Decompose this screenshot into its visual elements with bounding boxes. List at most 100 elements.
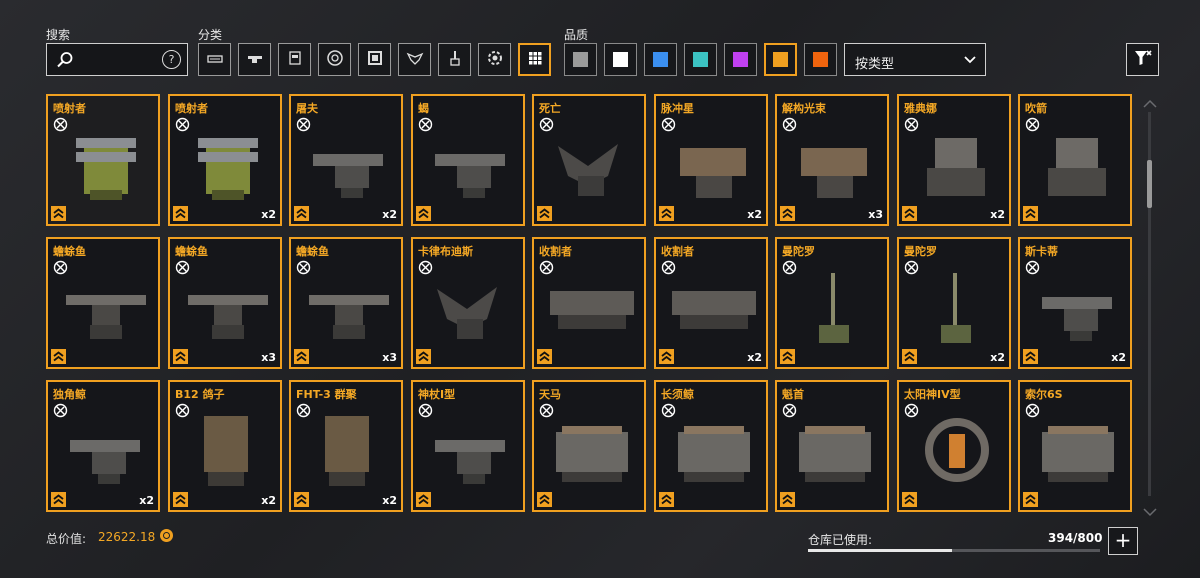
item-name: 解构光束 bbox=[782, 102, 826, 115]
rank-chevron-icon bbox=[537, 206, 552, 221]
quality-button-7[interactable] bbox=[804, 43, 837, 76]
search-icon bbox=[56, 51, 74, 73]
item-count: x2 bbox=[261, 208, 276, 221]
rank-chevron-icon bbox=[294, 492, 309, 507]
quality-swatch bbox=[693, 52, 708, 67]
quality-button-1[interactable] bbox=[564, 43, 597, 76]
chevron-down-icon bbox=[963, 53, 977, 71]
category-button-car-body[interactable] bbox=[198, 43, 231, 76]
item-card[interactable]: 蟾蜍鱼 bbox=[46, 237, 160, 369]
rank-chevron-icon bbox=[780, 492, 795, 507]
item-name: 斯卡蒂 bbox=[1025, 245, 1058, 258]
item-image bbox=[1034, 412, 1122, 492]
item-name: 长须鲸 bbox=[661, 388, 694, 401]
quality-swatch bbox=[653, 52, 668, 67]
item-card[interactable]: 喷射者 bbox=[46, 94, 160, 226]
item-card[interactable]: 喷射者 x2 bbox=[168, 94, 282, 226]
expand-warehouse-button[interactable]: + bbox=[1108, 527, 1138, 555]
item-count: x2 bbox=[990, 208, 1005, 221]
quality-swatch bbox=[613, 52, 628, 67]
item-card[interactable]: 独角鲸 x2 bbox=[46, 380, 160, 512]
item-card[interactable]: 解构光束 x3 bbox=[775, 94, 889, 226]
item-name: 收割者 bbox=[661, 245, 694, 258]
item-card[interactable]: 蟾蜍鱼 x3 bbox=[289, 237, 403, 369]
item-image bbox=[305, 412, 393, 492]
category-button-frame[interactable] bbox=[358, 43, 391, 76]
scrollbar[interactable] bbox=[1147, 112, 1152, 496]
category-button-emblem[interactable] bbox=[398, 43, 431, 76]
sort-dropdown[interactable]: 按类型 bbox=[844, 43, 986, 76]
scroll-down-icon[interactable] bbox=[1142, 502, 1158, 521]
item-card[interactable]: 曼陀罗 x2 bbox=[897, 237, 1011, 369]
item-name: 死亡 bbox=[539, 102, 561, 115]
item-count: x2 bbox=[382, 208, 397, 221]
item-card[interactable]: 蟾蜍鱼 x3 bbox=[168, 237, 282, 369]
rank-chevron-icon bbox=[780, 349, 795, 364]
rank-chevron-icon bbox=[416, 492, 431, 507]
item-name: 喷射者 bbox=[175, 102, 208, 115]
item-card[interactable]: 曼陀罗 bbox=[775, 237, 889, 369]
rank-chevron-icon bbox=[659, 492, 674, 507]
scrollbar-thumb[interactable] bbox=[1147, 160, 1152, 208]
quality-button-6[interactable] bbox=[764, 43, 797, 76]
search-input[interactable]: ? bbox=[46, 43, 188, 76]
item-count: x2 bbox=[747, 351, 762, 364]
rank-chevron-icon bbox=[51, 492, 66, 507]
item-card[interactable]: 魁首 bbox=[775, 380, 889, 512]
item-card[interactable]: 死亡 bbox=[532, 94, 646, 226]
item-card[interactable]: 屠夫 x2 bbox=[289, 94, 403, 226]
item-card[interactable]: 天马 bbox=[532, 380, 646, 512]
item-card[interactable]: 收割者 x2 bbox=[654, 237, 768, 369]
item-card[interactable]: 卡律布迪斯 bbox=[411, 237, 525, 369]
warehouse-progress bbox=[808, 549, 1100, 552]
item-card[interactable]: 索尔6S bbox=[1018, 380, 1132, 512]
category-label: 分类 bbox=[198, 28, 223, 42]
rank-chevron-icon bbox=[902, 349, 917, 364]
rank-chevron-icon bbox=[294, 349, 309, 364]
item-card[interactable]: 神杖I型 bbox=[411, 380, 525, 512]
item-name: 蟾蜍鱼 bbox=[175, 245, 208, 258]
category-button-cannon[interactable] bbox=[238, 43, 271, 76]
item-card[interactable]: 吹箭 bbox=[1018, 94, 1132, 226]
rank-chevron-icon bbox=[173, 492, 188, 507]
item-name: 索尔6S bbox=[1025, 388, 1063, 401]
quality-button-3[interactable] bbox=[644, 43, 677, 76]
item-card[interactable]: 斯卡蒂 x2 bbox=[1018, 237, 1132, 369]
item-card[interactable]: 长须鲸 bbox=[654, 380, 768, 512]
item-name: 蟾蜍鱼 bbox=[53, 245, 86, 258]
quality-button-5[interactable] bbox=[724, 43, 757, 76]
item-name: 卡律布迪斯 bbox=[418, 245, 473, 258]
item-image bbox=[184, 269, 272, 349]
category-button-gear-module[interactable] bbox=[478, 43, 511, 76]
item-name: 曼陀罗 bbox=[904, 245, 937, 258]
item-card[interactable]: 雅典娜 x2 bbox=[897, 94, 1011, 226]
item-image bbox=[427, 412, 515, 492]
cannon-icon bbox=[245, 48, 265, 72]
item-name: 吹箭 bbox=[1025, 102, 1047, 115]
scroll-up-icon[interactable] bbox=[1142, 94, 1158, 113]
quality-button-4[interactable] bbox=[684, 43, 717, 76]
item-name: 收割者 bbox=[539, 245, 572, 258]
item-name: 屠夫 bbox=[296, 102, 318, 115]
quality-swatch bbox=[813, 52, 828, 67]
item-card[interactable]: 收割者 bbox=[532, 237, 646, 369]
sort-value: 按类型 bbox=[855, 57, 895, 72]
item-image bbox=[913, 412, 1001, 492]
quality-button-2[interactable] bbox=[604, 43, 637, 76]
category-button-paint-brush[interactable] bbox=[438, 43, 471, 76]
quality-label: 品质 bbox=[564, 28, 589, 42]
warehouse-label: 仓库已使用: bbox=[808, 533, 873, 547]
item-card[interactable]: B12 鸽子 x2 bbox=[168, 380, 282, 512]
item-name: B12 鸽子 bbox=[175, 388, 225, 401]
item-image bbox=[670, 412, 758, 492]
item-card[interactable]: 脉冲星 x2 bbox=[654, 94, 768, 226]
item-card[interactable]: 太阳神IV型 bbox=[897, 380, 1011, 512]
item-card[interactable]: 蝎 bbox=[411, 94, 525, 226]
help-icon[interactable]: ? bbox=[162, 50, 181, 69]
item-image bbox=[791, 412, 879, 492]
category-button-cabin[interactable] bbox=[278, 43, 311, 76]
item-card[interactable]: FHT-3 群聚 x2 bbox=[289, 380, 403, 512]
category-button-grid-all[interactable] bbox=[518, 43, 551, 76]
clear-filter-button[interactable] bbox=[1126, 43, 1159, 76]
category-button-wheel[interactable] bbox=[318, 43, 351, 76]
